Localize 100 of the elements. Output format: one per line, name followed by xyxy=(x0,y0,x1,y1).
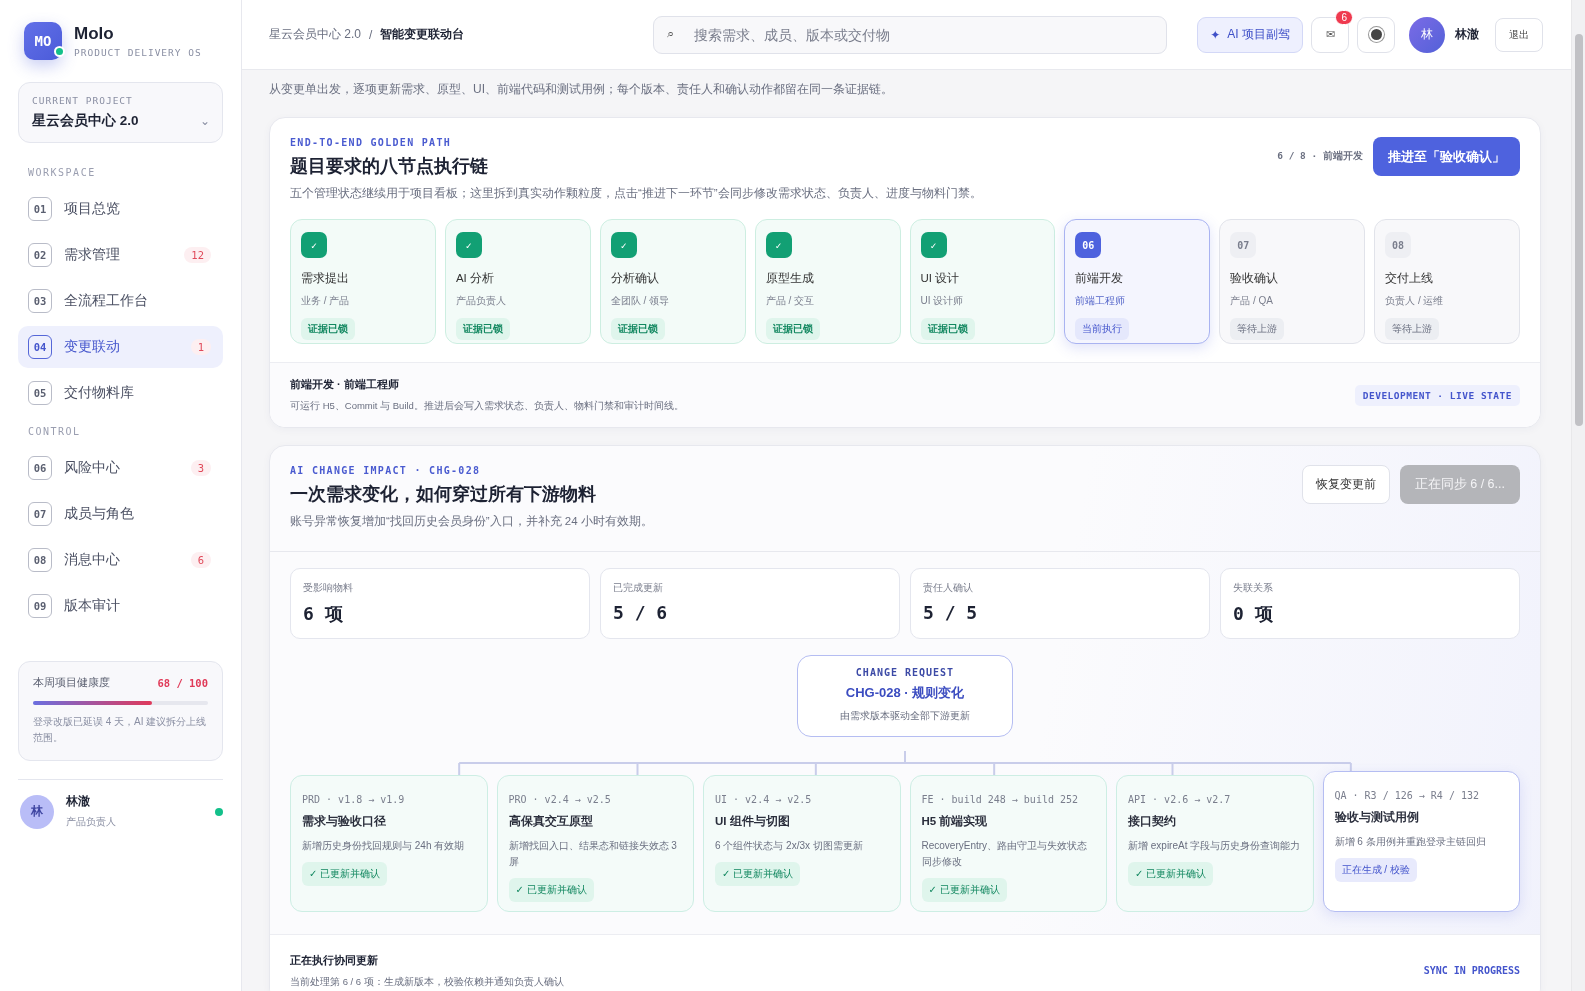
step-title: 需求提出 xyxy=(301,271,349,286)
step-number: 08 xyxy=(1385,232,1412,258)
step-card[interactable]: 06 前端开发 前端工程师 当前执行 xyxy=(1064,219,1211,344)
search-icon: ⌕ xyxy=(667,25,674,42)
step-card[interactable]: ✓ 原型生成 产品 / 交互 证据已锁 xyxy=(754,219,901,344)
step-number: 07 xyxy=(1230,232,1257,258)
nav-item[interactable]: 09 版本审计 xyxy=(18,585,223,627)
artifact-title: H5 前端实现 xyxy=(921,814,988,829)
status-tag: 正在生成 / 校验 xyxy=(1334,858,1417,882)
artifact-card[interactable]: QA · R3 / 126 → R4 / 132 验收与测试用例 新增 6 条用例并重跑登录主链回归 正在生成 / 校验 xyxy=(1322,771,1520,912)
step-title: UI 设计 xyxy=(920,271,960,286)
breadcrumb-link[interactable]: 星云会员中心 2.0 xyxy=(269,26,361,43)
avatar[interactable]: 林 xyxy=(1409,16,1445,53)
notification-badge: 6 xyxy=(1335,9,1353,25)
health-score: 68 / 100 xyxy=(157,677,208,689)
state-tag: SYNC IN PROGRESS xyxy=(1423,965,1520,976)
project-picker[interactable]: CURRENT PROJECT 星云会员中心 2.0 ⌄ xyxy=(18,82,223,143)
brand-name: Molo xyxy=(74,24,115,44)
version-label: UI · v2.4 → v2.5 xyxy=(715,794,812,805)
state-tag: DEVELOPMENT · LIVE STATE xyxy=(1354,384,1520,406)
step-card[interactable]: ✓ AI 分析 产品负责人 证据已锁 xyxy=(444,219,591,344)
card-title: 题目要求的八节点执行链 xyxy=(290,155,489,178)
progress-label: 6 / 8 · 前端开发 xyxy=(1277,150,1363,163)
nav-item[interactable]: 03 全流程工作台 xyxy=(18,280,223,322)
status-tag: 当前执行 xyxy=(1075,318,1130,340)
stat-label: 责任人确认 xyxy=(923,582,974,595)
step-card[interactable]: ✓ UI 设计 UI 设计师 证据已锁 xyxy=(909,219,1056,344)
advance-button[interactable]: 推进至「验收确认」 xyxy=(1373,137,1520,176)
card-description: 五个管理状态继续用于项目看板；这里拆到真实动作颗粒度，点击“推进下一环节”会同步修改需求状态、负责人、进度与物料门禁。 xyxy=(290,186,982,201)
step-role: 产品负责人 xyxy=(455,294,506,308)
artifact-title: 接口契约 xyxy=(1128,814,1176,829)
version-label: FE · build 248 → build 252 xyxy=(921,794,1079,805)
step-title: 前端开发 xyxy=(1075,271,1124,286)
section-heading: CONTROL xyxy=(28,426,82,437)
step-number: 06 xyxy=(1075,232,1102,258)
footer-title: 前端开发 · 前端工程师 xyxy=(290,377,400,392)
nav-item[interactable]: 08 消息中心 6 xyxy=(18,539,223,581)
stat-value: 5 / 5 xyxy=(923,602,979,623)
check-icon: ✓ xyxy=(610,232,637,258)
step-title: AI 分析 xyxy=(455,271,494,286)
status-tag: ✓ 已更新并确认 xyxy=(508,878,594,902)
card-title: 一次需求变化，如何穿过所有下游物料 xyxy=(290,483,597,506)
stat-value: 6 项 xyxy=(303,602,344,626)
avatar: 林 xyxy=(20,794,54,829)
user-name: 林澈 xyxy=(66,794,91,809)
request-title: CHG-028 · 规则变化 xyxy=(844,684,966,702)
brand-tagline: PRODUCT DELIVERY OS xyxy=(74,47,202,58)
artifact-title: UI 组件与切图 xyxy=(715,814,790,829)
nav-item[interactable]: 05 交付物料库 xyxy=(18,372,223,414)
nav-item[interactable]: 01 项目总览 xyxy=(18,188,223,230)
user-role: 产品负责人 xyxy=(66,815,117,829)
step-role: 产品 / QA xyxy=(1230,294,1274,308)
step-title: 验收确认 xyxy=(1230,271,1279,286)
step-card[interactable]: 08 交付上线 负责人 / 运维 等待上游 xyxy=(1374,219,1520,344)
nav-item[interactable]: 02 需求管理 12 xyxy=(18,234,223,276)
step-card[interactable]: 07 验收确认 产品 / QA 等待上游 xyxy=(1219,219,1366,344)
step-role: 产品 / 交互 xyxy=(765,294,814,308)
step-card[interactable]: ✓ 分析确认 全团队 / 领导 证据已锁 xyxy=(599,219,746,344)
artifact-card[interactable]: FE · build 248 → build 252 H5 前端实现 RecoveryEntry、路由守卫与失效状态同步修改 ✓ 已更新并确认 xyxy=(909,775,1107,912)
eyebrow: END-TO-END GOLDEN PATH xyxy=(290,137,453,148)
step-role: 业务 / 产品 xyxy=(301,294,350,308)
request-note: 由需求版本驱动全部下游更新 xyxy=(839,710,971,723)
stat-label: 失联关系 xyxy=(1233,582,1274,595)
footer-text: 可运行 H5、Commit 与 Build。推进后会写入需求状态、负责人、物料门禁和审计时间线。 xyxy=(290,400,684,413)
status-tag: ✓ 已更新并确认 xyxy=(921,878,1007,902)
artifact-card[interactable]: UI · v2.4 → v2.5 UI 组件与切图 6 个组件状态与 2x/3x 切图需更新 ✓ 已更新并确认 xyxy=(703,775,901,912)
status-tag: ✓ 已更新并确认 xyxy=(715,862,801,886)
status-tag: 等待上游 xyxy=(1230,318,1285,340)
theme-toggle-button[interactable] xyxy=(1357,16,1395,53)
stat-label: 受影响物料 xyxy=(303,582,354,595)
artifact-title: 高保真交互原型 xyxy=(508,814,593,829)
logout-button[interactable]: 退出 xyxy=(1495,17,1543,52)
nav-item[interactable]: 07 成员与角色 xyxy=(18,493,223,535)
version-label: PRD · v1.8 → v1.9 xyxy=(302,794,405,805)
step-role: UI 设计师 xyxy=(920,294,964,308)
status-tag: 等待上游 xyxy=(1385,318,1440,340)
stat-label: 已完成更新 xyxy=(613,582,664,595)
step-title: 分析确认 xyxy=(610,271,659,286)
artifact-card[interactable]: PRD · v1.8 → v1.9 需求与验收口径 新增历史身份找回规则与 24h 有效期 ✓ 已更新并确认 xyxy=(290,775,488,912)
section-heading: WORKSPACE xyxy=(28,167,97,178)
artifact-card[interactable]: PRO · v2.4 → v2.5 高保真交互原型 新增找回入口、结果态和链接失效态 3 屏 ✓ 已更新并确认 xyxy=(496,775,694,912)
step-card[interactable]: ✓ 需求提出 业务 / 产品 证据已锁 xyxy=(290,219,436,344)
status-tag: 证据已锁 xyxy=(301,318,355,340)
step-role: 全团队 / 领导 xyxy=(610,294,670,308)
nav-item[interactable]: 04 变更联动 1 xyxy=(18,326,223,368)
restore-button[interactable]: 恢复变更前 xyxy=(1301,465,1390,504)
artifact-card[interactable]: API · v2.6 → v2.7 接口契约 新增 expireAt 字段与历史身份查询能力 ✓ 已更新并确认 xyxy=(1116,775,1314,912)
nav-item[interactable]: 06 风险中心 3 xyxy=(18,447,223,489)
breadcrumb-current: 智能变更联动台 xyxy=(380,26,465,43)
version-label: PRO · v2.4 → v2.5 xyxy=(508,794,611,805)
artifact-description: 新增 expireAt 字段与历史身份查询能力 xyxy=(1128,839,1301,853)
status-tag: 证据已锁 xyxy=(455,318,510,340)
ai-copilot-button[interactable]: ✦ AI 项目副驾 xyxy=(1197,16,1303,53)
footer-text: 当前处理第 6 / 6 项：生成新版本，校验依赖并通知负责人确认 xyxy=(290,976,564,989)
status-tag: 证据已锁 xyxy=(765,318,820,340)
scrollbar-thumb[interactable] xyxy=(1574,34,1583,426)
health-label: 本周项目健康度 xyxy=(33,676,110,690)
step-role: 负责人 / 运维 xyxy=(1385,294,1444,308)
step-title: 交付上线 xyxy=(1385,271,1434,286)
artifact-description: 新增历史身份找回规则与 24h 有效期 xyxy=(302,839,465,853)
